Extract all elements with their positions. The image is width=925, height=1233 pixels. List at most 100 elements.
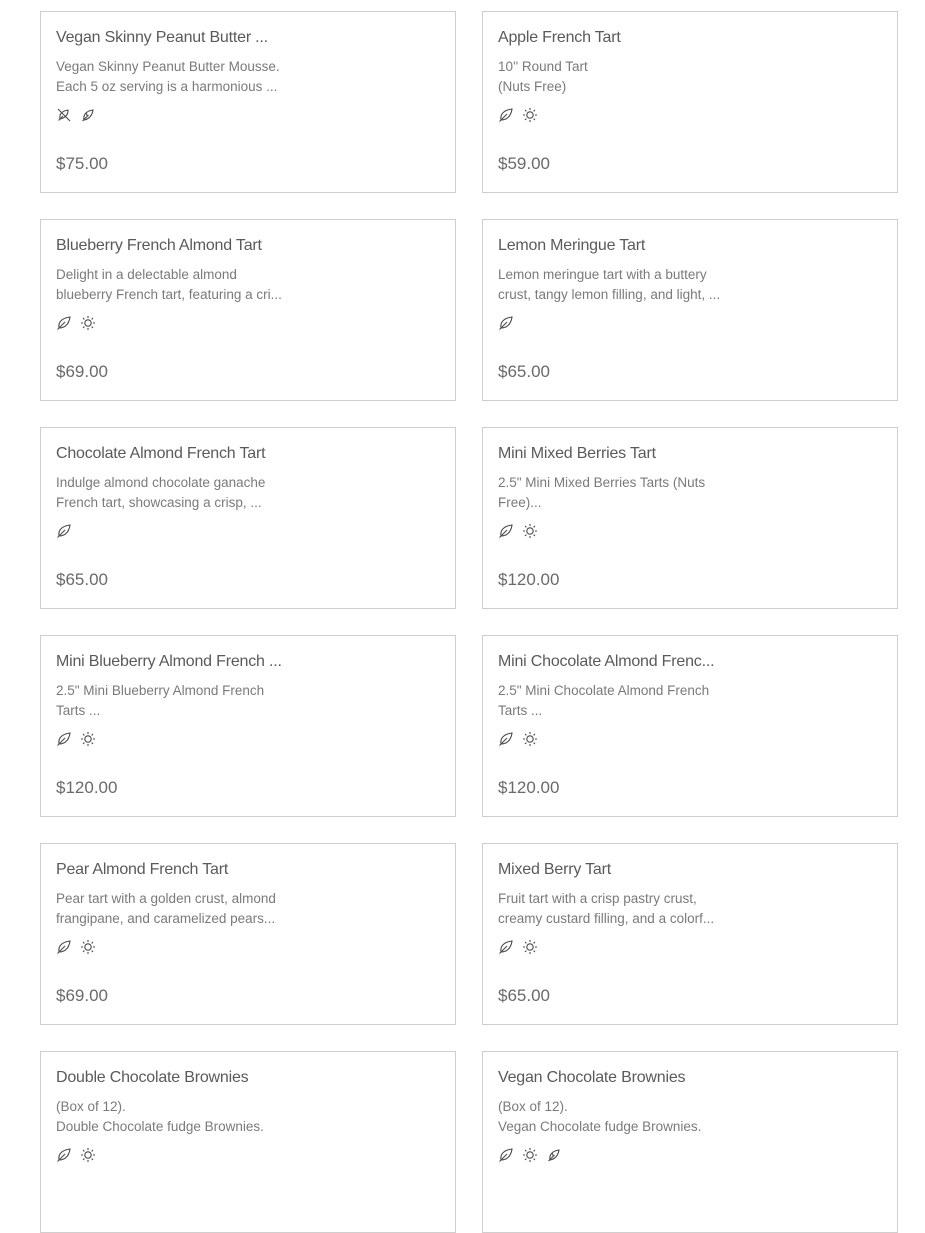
product-card[interactable]: Vegan Skinny Peanut Butter ... Vegan Skin… — [40, 11, 456, 193]
description-line: frangipane, and caramelized pears... — [56, 911, 276, 926]
leaf-icon — [498, 1147, 514, 1165]
sun-icon — [522, 731, 538, 749]
dietary-icons — [56, 1147, 96, 1165]
product-card[interactable]: Blueberry French Almond Tart Delight in a… — [40, 219, 456, 401]
description-line: French tart, showcasing a crisp, ... — [56, 495, 262, 510]
description-line: Double Chocolate fudge Brownies. — [56, 1119, 264, 1134]
product-title[interactable]: Mini Blueberry Almond French ... — [56, 653, 286, 671]
description-line: 2.5" Mini Blueberry Almond French — [56, 683, 265, 698]
product-card[interactable]: Mixed Berry Tart Fruit tart with a crisp … — [482, 843, 898, 1025]
sun-icon — [80, 1147, 96, 1165]
leaf-icon — [56, 939, 72, 957]
product-card[interactable]: Lemon Meringue Tart Lemon meringue tart w… — [482, 219, 898, 401]
dietary-icons — [56, 731, 96, 749]
dietary-icons — [498, 107, 538, 125]
description-line: (Box of 12). — [498, 1099, 568, 1114]
product-card[interactable]: Mini Mixed Berries Tart 2.5" Mini Mixed B… — [482, 427, 898, 609]
description-line: crust, tangy lemon filling, and light, .… — [498, 287, 721, 302]
product-price: $69.00 — [56, 986, 108, 1005]
product-card[interactable]: Apple French Tart 10'' Round Tart (Nuts Fr… — [482, 11, 898, 193]
product-description: (Box of 12). Vegan Chocolate fudge Browni… — [498, 1097, 730, 1137]
product-card[interactable]: Mini Blueberry Almond French ... 2.5" Min… — [40, 635, 456, 817]
dietary-icons — [498, 1147, 562, 1165]
description-line: (Nuts Free) — [498, 79, 567, 94]
product-title[interactable]: Apple French Tart — [498, 29, 728, 47]
leaf-icon — [498, 939, 514, 957]
leaf-icon — [56, 731, 72, 749]
description-line: Each 5 oz serving is a harmonious ... — [56, 79, 278, 94]
leaf-icon — [498, 315, 514, 333]
description-line: Delight in a delectable almond — [56, 267, 237, 282]
description-line: blueberry French tart, featuring a cri..… — [56, 287, 282, 302]
product-description: Fruit tart with a crisp pastry crust, cre… — [498, 889, 730, 929]
description-line: creamy custard filling, and a colorf... — [498, 911, 715, 926]
product-price: $65.00 — [56, 570, 108, 589]
description-line: 2.5" Mini Mixed Berries Tarts (Nuts — [498, 475, 706, 490]
description-line: (Box of 12). — [56, 1099, 126, 1114]
product-description: 2.5" Mini Blueberry Almond French Tarts .… — [56, 681, 288, 721]
product-title[interactable]: Blueberry French Almond Tart — [56, 237, 286, 255]
leaf-icon — [498, 523, 514, 541]
product-price: $65.00 — [498, 362, 550, 381]
product-price: $75.00 — [56, 154, 108, 173]
sun-icon — [522, 939, 538, 957]
product-description: Vegan Skinny Peanut Butter Mousse. Each 5… — [56, 57, 288, 97]
sun-icon — [80, 939, 96, 957]
description-line: 10'' Round Tart — [498, 59, 588, 74]
dietary-icons — [498, 523, 538, 541]
dietary-icons — [498, 939, 538, 957]
description-line: Pear tart with a golden crust, almond — [56, 891, 276, 906]
leaf-icon — [56, 315, 72, 333]
product-card[interactable]: Pear Almond French Tart Pear tart with a … — [40, 843, 456, 1025]
description-line: Free)... — [498, 495, 542, 510]
product-title[interactable]: Double Chocolate Brownies — [56, 1069, 286, 1087]
sun-icon — [80, 315, 96, 333]
product-title[interactable]: Mini Mixed Berries Tart — [498, 445, 728, 463]
product-card[interactable]: Mini Chocolate Almond Frenc... 2.5" Mini … — [482, 635, 898, 817]
product-title[interactable]: Chocolate Almond French Tart — [56, 445, 286, 463]
sun-icon — [80, 731, 96, 749]
product-grid: Vegan Skinny Peanut Butter ... Vegan Skin… — [0, 0, 925, 1233]
leaf-icon — [56, 1147, 72, 1165]
description-line: Fruit tart with a crisp pastry crust, — [498, 891, 697, 906]
sun-icon — [522, 1147, 538, 1165]
dietary-icons — [56, 315, 96, 333]
vegan-leaf-icon — [546, 1147, 562, 1165]
description-line: Tarts ... — [56, 703, 101, 718]
dietary-icons — [498, 315, 514, 333]
product-description: 2.5" Mini Chocolate Almond French Tarts .… — [498, 681, 730, 721]
description-line: 2.5" Mini Chocolate Almond French — [498, 683, 710, 698]
product-description: Indulge almond chocolate ganache French t… — [56, 473, 288, 513]
product-card[interactable]: Vegan Chocolate Brownies (Box of 12). Vega… — [482, 1051, 898, 1233]
leaf-icon — [56, 523, 72, 541]
product-description: 2.5" Mini Mixed Berries Tarts (Nuts Free)… — [498, 473, 730, 513]
description-line: Vegan Chocolate fudge Brownies. — [498, 1119, 702, 1134]
product-price: $120.00 — [56, 778, 118, 797]
vegan-leaf-icon — [80, 107, 96, 125]
product-price: $120.00 — [498, 570, 560, 589]
dietary-icons — [56, 939, 96, 957]
product-title[interactable]: Vegan Skinny Peanut Butter ... — [56, 29, 286, 47]
product-title[interactable]: Pear Almond French Tart — [56, 861, 286, 879]
leaf-icon — [498, 731, 514, 749]
product-description: (Box of 12). Double Chocolate fudge Brown… — [56, 1097, 288, 1137]
sun-icon — [522, 523, 538, 541]
dietary-icons — [498, 731, 538, 749]
product-price: $69.00 — [56, 362, 108, 381]
description-line: Lemon meringue tart with a buttery — [498, 267, 707, 282]
product-price: $120.00 — [498, 778, 560, 797]
product-description: 10'' Round Tart (Nuts Free) — [498, 57, 730, 97]
dietary-icons — [56, 107, 96, 125]
product-title[interactable]: Vegan Chocolate Brownies — [498, 1069, 728, 1087]
description-line: Tarts ... — [498, 703, 543, 718]
product-card[interactable]: Double Chocolate Brownies (Box of 12). Dou… — [40, 1051, 456, 1233]
product-description: Pear tart with a golden crust, almond fra… — [56, 889, 288, 929]
product-title[interactable]: Mini Chocolate Almond Frenc... — [498, 653, 728, 671]
product-title[interactable]: Mixed Berry Tart — [498, 861, 728, 879]
product-card[interactable]: Chocolate Almond French Tart Indulge almo… — [40, 427, 456, 609]
sun-icon — [522, 107, 538, 125]
product-price: $59.00 — [498, 154, 550, 173]
product-price: $65.00 — [498, 986, 550, 1005]
product-title[interactable]: Lemon Meringue Tart — [498, 237, 728, 255]
product-description: Lemon meringue tart with a buttery crust,… — [498, 265, 730, 305]
